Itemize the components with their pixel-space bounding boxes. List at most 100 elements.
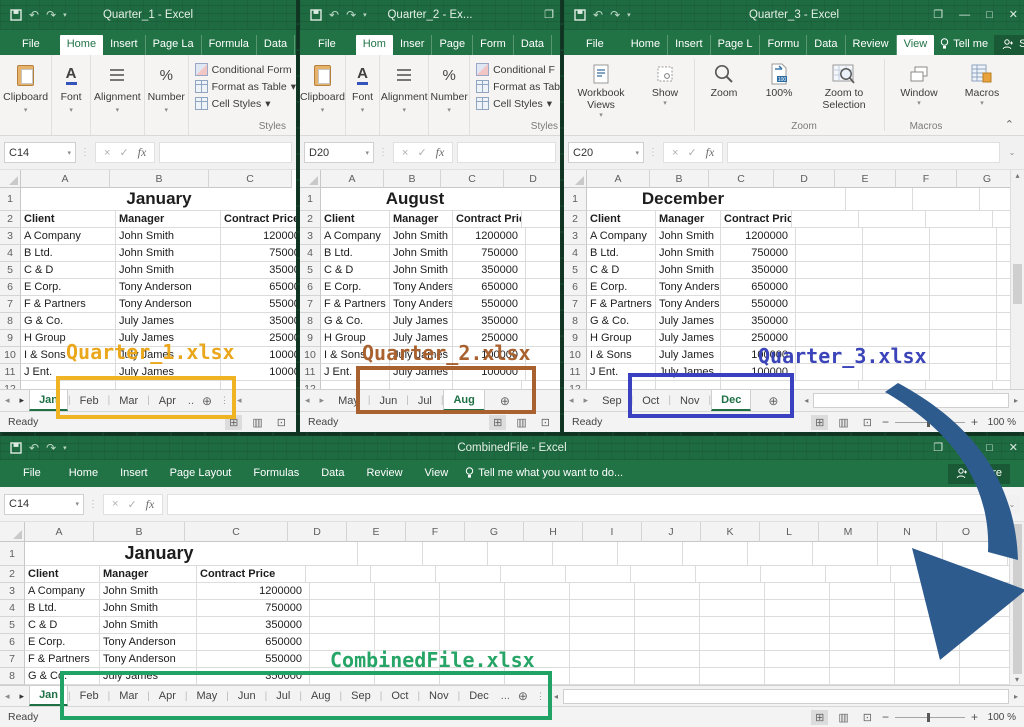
column-header[interactable]: B: [650, 170, 709, 188]
cell[interactable]: [505, 617, 570, 634]
cell[interactable]: 550000: [453, 296, 526, 313]
cell[interactable]: July James: [656, 347, 721, 364]
name-box[interactable]: D20▾: [304, 142, 374, 163]
header-cell[interactable]: Contract Price: [197, 566, 306, 583]
row-header[interactable]: 2: [0, 566, 25, 583]
cell[interactable]: [436, 566, 501, 583]
cell[interactable]: [863, 296, 930, 313]
tab-data[interactable]: Data: [257, 35, 295, 55]
clipboard-group[interactable]: Clipboard▾: [300, 55, 346, 135]
cell[interactable]: [930, 228, 997, 245]
column-header[interactable]: G: [465, 522, 524, 542]
tab-scroll-left-icon[interactable]: ◂: [564, 390, 579, 411]
enter-icon[interactable]: ✓: [687, 146, 696, 159]
cell[interactable]: [440, 583, 505, 600]
font-group[interactable]: A Font▾: [52, 55, 91, 135]
tab-insert[interactable]: Insert: [109, 463, 159, 484]
select-all-corner[interactable]: [564, 170, 587, 188]
row-header[interactable]: 5: [300, 262, 321, 279]
maximize-icon[interactable]: □: [986, 10, 993, 21]
cell[interactable]: [796, 245, 863, 262]
cell[interactable]: [371, 566, 436, 583]
tab-view[interactable]: View: [414, 463, 460, 484]
cell[interactable]: [526, 262, 560, 279]
header-cell[interactable]: Manager: [390, 211, 453, 228]
row-header[interactable]: 8: [0, 668, 25, 685]
cell[interactable]: [846, 188, 913, 211]
enter-icon[interactable]: ✓: [417, 146, 426, 159]
tab-home[interactable]: Home: [60, 35, 103, 55]
hscroll-right-icon[interactable]: ▸: [1011, 692, 1021, 701]
qat-customize-icon[interactable]: ▾: [63, 11, 67, 19]
row-header[interactable]: 12: [0, 381, 21, 389]
close-icon[interactable]: ✕: [1009, 10, 1018, 21]
cell[interactable]: [526, 245, 560, 262]
cancel-icon[interactable]: ×: [402, 147, 408, 159]
cell[interactable]: [796, 262, 863, 279]
page-layout-view-icon[interactable]: ▥: [248, 415, 266, 430]
cell[interactable]: [700, 583, 765, 600]
tab-formulas[interactable]: Form: [473, 35, 514, 55]
cell[interactable]: John Smith: [100, 600, 197, 617]
row-header[interactable]: 10: [300, 347, 321, 364]
cell[interactable]: [526, 347, 560, 364]
cell[interactable]: John Smith: [100, 583, 197, 600]
enter-icon[interactable]: ✓: [127, 498, 136, 511]
titlebar[interactable]: ↶ ↷ ▾ Quarter_2 - Ex... ❐: [300, 0, 560, 30]
cell[interactable]: [526, 279, 560, 296]
tab-review[interactable]: Revic: [552, 35, 560, 55]
enter-icon[interactable]: ✓: [119, 146, 128, 159]
row-header[interactable]: 11: [300, 364, 321, 381]
header-cell[interactable]: Client: [21, 211, 116, 228]
row-header[interactable]: 2: [300, 211, 321, 228]
cell[interactable]: C & D: [21, 262, 116, 279]
cell[interactable]: John Smith: [656, 228, 721, 245]
cell[interactable]: C & D: [25, 617, 100, 634]
cell[interactable]: [635, 617, 700, 634]
cell[interactable]: G & Co.: [321, 313, 390, 330]
cell[interactable]: 350000: [221, 313, 296, 330]
cell[interactable]: [526, 330, 560, 347]
cell[interactable]: [700, 651, 765, 668]
row-header[interactable]: 9: [300, 330, 321, 347]
cell[interactable]: F & Partners: [321, 296, 390, 313]
cell[interactable]: [796, 279, 863, 296]
row-header[interactable]: 1: [0, 188, 21, 211]
cell[interactable]: 1200000: [221, 228, 296, 245]
column-header[interactable]: H: [524, 522, 583, 542]
cell[interactable]: 1200000: [721, 228, 796, 245]
titlebar[interactable]: ↶ ↷ ▾ Quarter_1 - Excel: [0, 0, 296, 30]
insert-function-icon[interactable]: fx: [706, 145, 715, 160]
row-header[interactable]: 5: [0, 617, 25, 634]
column-header[interactable]: A: [25, 522, 94, 542]
tab-data[interactable]: Data: [514, 35, 552, 55]
tab-scroll-left-icon[interactable]: ◂: [0, 686, 15, 706]
redo-icon[interactable]: ↷: [346, 9, 356, 21]
row-header[interactable]: 3: [0, 583, 25, 600]
tab-view[interactable]: View: [897, 35, 935, 55]
column-header[interactable]: F: [406, 522, 465, 542]
ribbon-display-options-icon[interactable]: ❐: [933, 10, 943, 21]
tab-file[interactable]: File: [308, 35, 350, 55]
page-layout-view-icon[interactable]: ▥: [834, 710, 852, 725]
redo-icon[interactable]: ↷: [46, 9, 56, 21]
cell[interactable]: Tony Anderson: [100, 651, 197, 668]
tell-me-box[interactable]: Tell me: [934, 34, 994, 55]
page-layout-view-icon[interactable]: ▥: [512, 415, 530, 430]
cell[interactable]: [930, 330, 997, 347]
cell[interactable]: G & Co.: [21, 313, 116, 330]
cell[interactable]: John Smith: [656, 262, 721, 279]
tab-insert[interactable]: Insert: [668, 35, 711, 55]
cell[interactable]: [570, 651, 635, 668]
tab-scroll-right-icon[interactable]: ▸: [579, 390, 594, 411]
cell[interactable]: 1200000: [197, 583, 310, 600]
cell[interactable]: [863, 245, 930, 262]
cell[interactable]: 650000: [221, 279, 296, 296]
undo-icon[interactable]: ↶: [29, 442, 39, 454]
save-icon[interactable]: [10, 442, 22, 454]
row-header[interactable]: 11: [564, 364, 587, 381]
row-header[interactable]: 9: [564, 330, 587, 347]
cell[interactable]: [859, 211, 926, 228]
select-all-corner[interactable]: [0, 522, 25, 542]
zoom-level[interactable]: 100 %: [984, 712, 1016, 723]
